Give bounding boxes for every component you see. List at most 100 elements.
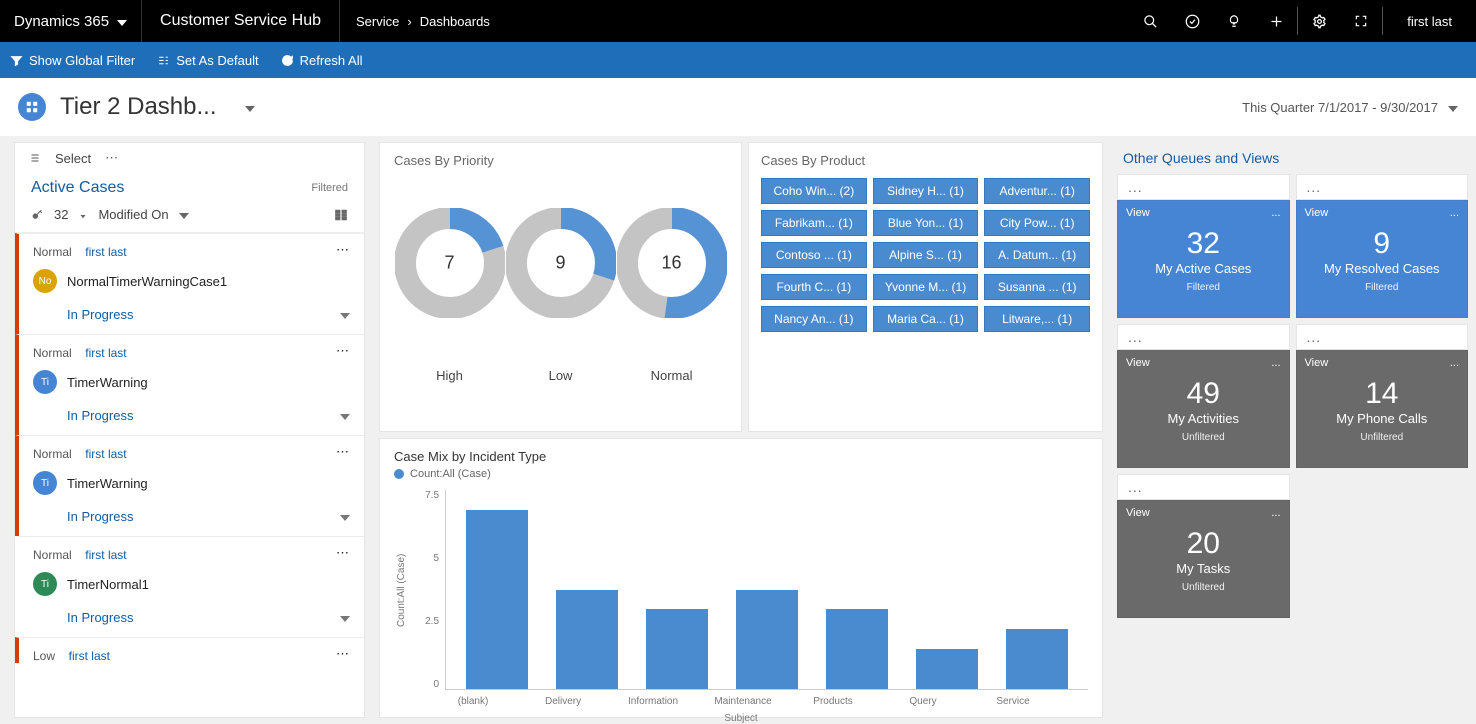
donut-low[interactable]: 9 Low — [506, 208, 616, 383]
x-tick: Query — [892, 696, 954, 707]
case-list-item[interactable]: Normal first last ⋯TiTimerNormal1 In Pro… — [15, 536, 364, 637]
product-tag[interactable]: Fabrikam... (1) — [761, 210, 867, 236]
dashboard-selector-button[interactable] — [245, 100, 255, 115]
tile-view-link[interactable]: View — [1126, 207, 1150, 219]
case-more-button[interactable]: ⋯ — [336, 242, 350, 258]
case-owner-link[interactable]: first last — [85, 245, 126, 259]
bar[interactable] — [826, 609, 888, 689]
show-global-filter-button[interactable]: Show Global Filter — [10, 53, 135, 68]
tile-view-link[interactable]: View — [1305, 207, 1329, 219]
tile-options-button[interactable]: ... — [1271, 507, 1280, 519]
refresh-all-button[interactable]: Refresh All — [281, 53, 363, 68]
case-more-button[interactable]: ⋯ — [336, 646, 350, 662]
bar[interactable] — [916, 649, 978, 689]
queue-tile[interactable]: View... 9 My Resolved Cases Filtered — [1296, 200, 1468, 318]
case-list-item[interactable]: Normal first last ⋯NoNormalTimerWarningC… — [15, 233, 364, 334]
select-button[interactable]: Select — [55, 151, 91, 166]
product-tag[interactable]: Adventur... (1) — [984, 178, 1090, 204]
donut-high[interactable]: 7 High — [395, 208, 505, 383]
cases-by-priority-chart: Cases By Priority 7 High 9 Low 16 Normal — [379, 142, 742, 432]
donut-normal[interactable]: 16 Normal — [617, 208, 727, 383]
tile-filter-state: Unfiltered — [1126, 582, 1280, 593]
app-hub-link[interactable]: Customer Service Hub — [142, 0, 340, 42]
bar[interactable] — [1006, 629, 1068, 689]
product-tag[interactable]: City Pow... (1) — [984, 210, 1090, 236]
product-tag[interactable]: Contoso ... (1) — [761, 242, 867, 268]
case-list-item[interactable]: Low first last ⋯ — [15, 637, 364, 663]
fullscreen-icon[interactable] — [1340, 0, 1382, 42]
case-status: In Progress — [67, 408, 133, 423]
user-menu[interactable]: first last — [1383, 14, 1476, 29]
brand-menu[interactable]: Dynamics 365 — [0, 0, 142, 42]
chevron-down-icon[interactable] — [340, 509, 350, 524]
x-tick: Products — [802, 696, 864, 707]
product-tag[interactable]: Maria Ca... (1) — [873, 306, 979, 332]
tile-view-link[interactable]: View — [1126, 357, 1150, 369]
tile-more-button[interactable]: ... — [1117, 474, 1289, 500]
case-list-item[interactable]: Normal first last ⋯TiTimerWarning In Pro… — [15, 334, 364, 435]
active-cases-panel: Select ⋯ Active Cases Filtered 32 Modifi… — [14, 142, 365, 718]
product-tag[interactable]: Fourth C... (1) — [761, 274, 867, 300]
add-icon[interactable] — [1255, 0, 1297, 42]
case-more-button[interactable]: ⋯ — [336, 545, 350, 561]
tile-options-button[interactable]: ... — [1271, 357, 1280, 369]
queue-tile[interactable]: View... 49 My Activities Unfiltered — [1117, 350, 1289, 468]
bar[interactable] — [556, 590, 618, 690]
case-avatar: Ti — [33, 471, 57, 495]
tile-more-button[interactable]: ... — [1296, 324, 1468, 350]
case-more-button[interactable]: ⋯ — [336, 343, 350, 359]
queue-tile[interactable]: View... 32 My Active Cases Filtered — [1117, 200, 1289, 318]
product-tag[interactable]: Nancy An... (1) — [761, 306, 867, 332]
task-check-icon[interactable] — [1171, 0, 1213, 42]
case-priority: Normal — [33, 548, 72, 562]
breadcrumb-dashboards[interactable]: Dashboards — [420, 14, 490, 29]
tile-count: 9 — [1305, 227, 1459, 261]
tile-more-button[interactable]: ... — [1117, 174, 1289, 200]
tile-view-link[interactable]: View — [1305, 357, 1329, 369]
case-owner-link[interactable]: first last — [85, 447, 126, 461]
tile-more-button[interactable]: ... — [1117, 324, 1289, 350]
tile-options-button[interactable]: ... — [1271, 207, 1280, 219]
sort-field-selector[interactable]: Modified On — [98, 207, 168, 222]
tile-more-button[interactable]: ... — [1296, 174, 1468, 200]
tile-options-button[interactable]: ... — [1450, 207, 1459, 219]
bar[interactable] — [736, 590, 798, 690]
product-tag[interactable]: Alpine S... (1) — [873, 242, 979, 268]
product-tag[interactable]: Sidney H... (1) — [873, 178, 979, 204]
case-more-button[interactable]: ⋯ — [336, 444, 350, 460]
case-owner-link[interactable]: first last — [85, 548, 126, 562]
product-tag[interactable]: Litware,... (1) — [984, 306, 1090, 332]
view-layout-icon[interactable] — [334, 208, 348, 222]
case-list-item[interactable]: Normal first last ⋯TiTimerWarning In Pro… — [15, 435, 364, 536]
product-tag[interactable]: Susanna ... (1) — [984, 274, 1090, 300]
bar[interactable] — [466, 510, 528, 689]
case-list: Normal first last ⋯NoNormalTimerWarningC… — [15, 233, 364, 717]
search-icon[interactable] — [1129, 0, 1171, 42]
case-owner-link[interactable]: first last — [69, 649, 110, 663]
chevron-down-icon[interactable] — [340, 408, 350, 423]
cases-by-product-panel: Cases By Product Coho Win... (2)Sidney H… — [748, 142, 1103, 432]
product-tag[interactable]: A. Datum... (1) — [984, 242, 1090, 268]
bar[interactable] — [646, 609, 708, 689]
chevron-down-icon[interactable] — [340, 610, 350, 625]
case-status: In Progress — [67, 307, 133, 322]
more-options-button[interactable]: ⋯ — [105, 150, 119, 166]
case-priority: Normal — [33, 245, 72, 259]
x-tick: Service — [982, 696, 1044, 707]
y-axis-ticks: 7.552.50 — [409, 490, 445, 690]
breadcrumb-service[interactable]: Service — [356, 14, 399, 29]
chevron-down-icon[interactable] — [340, 307, 350, 322]
product-tag[interactable]: Yvonne M... (1) — [873, 274, 979, 300]
product-tag[interactable]: Blue Yon... (1) — [873, 210, 979, 236]
tile-view-link[interactable]: View — [1126, 507, 1150, 519]
case-owner-link[interactable]: first last — [85, 346, 126, 360]
set-as-default-button[interactable]: Set As Default — [157, 53, 258, 68]
donut-label: Normal — [617, 368, 727, 383]
queue-tile[interactable]: View... 14 My Phone Calls Unfiltered — [1296, 350, 1468, 468]
queue-tile[interactable]: View... 20 My Tasks Unfiltered — [1117, 500, 1289, 618]
gear-icon[interactable] — [1298, 0, 1340, 42]
product-tag[interactable]: Coho Win... (2) — [761, 178, 867, 204]
tile-options-button[interactable]: ... — [1450, 357, 1459, 369]
date-range-selector[interactable]: This Quarter 7/1/2017 - 9/30/2017 — [1242, 100, 1458, 115]
lightbulb-icon[interactable] — [1213, 0, 1255, 42]
